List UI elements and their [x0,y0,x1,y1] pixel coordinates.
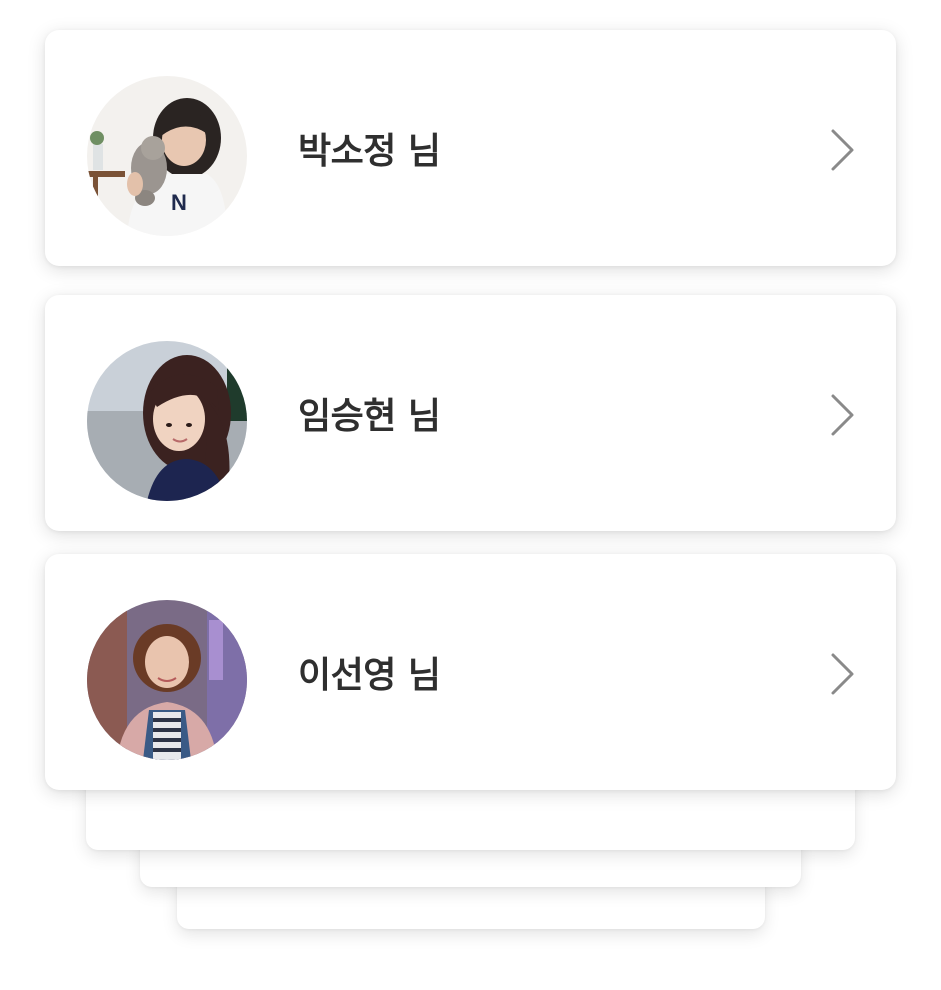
avatar-photo-icon: N [87,76,247,236]
user-name: 박소정 님 [298,131,441,172]
user-card-2[interactable]: 임승현 님 [45,295,896,531]
user-name: 이선영 님 [298,655,441,696]
user-card-list: N 박소정 님 임승현 님 이선영 님 [0,0,941,990]
user-card-3[interactable]: 이선영 님 [45,554,896,790]
avatar-photo-icon [87,600,247,760]
chevron-right-icon[interactable] [830,393,856,437]
chevron-right-icon[interactable] [830,652,856,696]
svg-text:N: N [171,190,187,215]
chevron-right-icon[interactable] [830,128,856,172]
user-name: 임승현 님 [298,396,441,437]
user-card-1[interactable]: N 박소정 님 [45,30,896,266]
avatar-photo-icon [87,341,247,501]
